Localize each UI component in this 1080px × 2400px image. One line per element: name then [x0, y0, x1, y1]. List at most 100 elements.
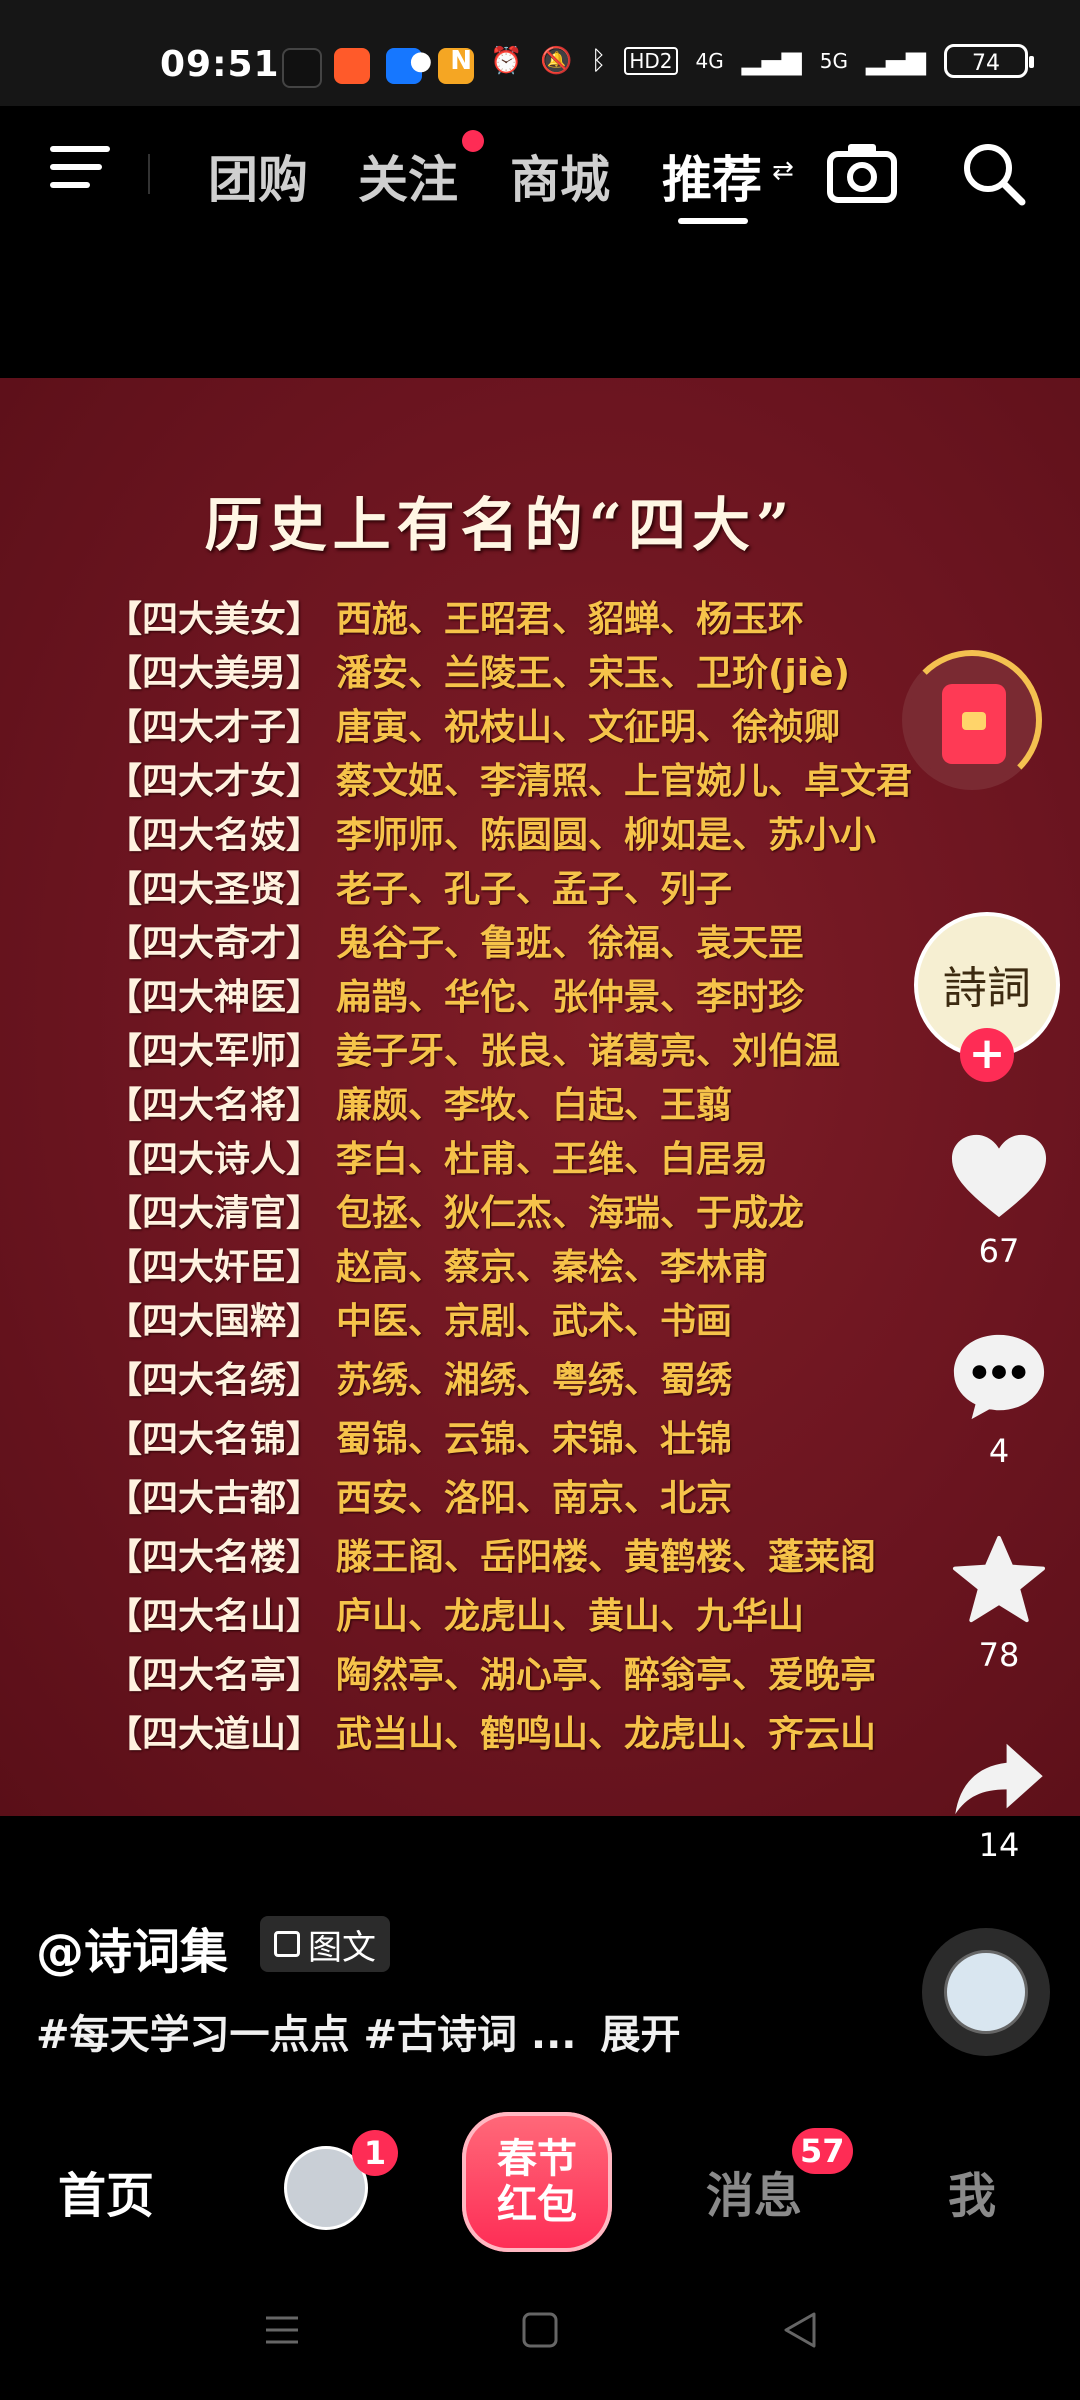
nav-messages[interactable]: 消息 — [706, 2156, 802, 2226]
item-category: 【四大诗人】 — [106, 1139, 323, 1180]
back-triangle-icon[interactable] — [780, 2310, 820, 2350]
item-members: 西安、洛阳、南京、北京 — [336, 1478, 733, 1519]
cny-line1: 春节 — [497, 2136, 577, 2182]
list-item: 【四大古都】 西安、洛阳、南京、北京 — [106, 1469, 732, 1521]
recent-apps-icon[interactable] — [262, 2310, 302, 2350]
item-category: 【四大美女】 — [106, 599, 323, 640]
item-members: 唐寅、祝枝山、文征明、徐祯卿 — [336, 707, 841, 748]
post-description: #每天学习一点点 #古诗词 ... 展开 — [36, 2002, 680, 2060]
comment-icon — [953, 1334, 1045, 1420]
item-category: 【四大奸臣】 — [106, 1247, 323, 1288]
item-members: 李白、杜甫、王维、白居易 — [336, 1139, 769, 1180]
list-item: 【四大名楼】 滕王阁、岳阳楼、黄鹤楼、蓬莱阁 — [106, 1528, 876, 1580]
item-category: 【四大才女】 — [106, 761, 323, 802]
author-avatar-text: 詩詞 — [943, 963, 1031, 1014]
comment-count: 4 — [988, 1432, 1010, 1470]
list-item: 【四大奇才】 鬼谷子、鲁班、徐福、袁天罡 — [106, 914, 804, 966]
item-category: 【四大名绣】 — [106, 1360, 323, 1401]
expand-link[interactable]: 展开 — [600, 2012, 680, 2058]
favorite-button[interactable]: 78 — [880, 1534, 1080, 1674]
cny-line2: 红包 — [497, 2182, 577, 2228]
comment-button[interactable]: 4 — [880, 1330, 1080, 1470]
list-item: 【四大国粹】 中医、京剧、武术、书画 — [106, 1292, 732, 1344]
list-item: 【四大诗人】 李白、杜甫、王维、白居易 — [106, 1130, 768, 1182]
battery-icon: 74 — [944, 44, 1034, 78]
item-category: 【四大古都】 — [106, 1478, 323, 1519]
author-name[interactable]: @诗词集 — [36, 1912, 228, 1982]
item-members: 赵高、蔡京、秦桧、李林甫 — [336, 1247, 769, 1288]
like-button[interactable]: 67 — [880, 1132, 1080, 1270]
tab-mall[interactable]: 商城 — [510, 140, 610, 212]
camera-icon[interactable] — [826, 138, 898, 206]
item-members: 扁鹊、华佗、张仲景、李时珍 — [336, 977, 805, 1018]
list-item: 【四大道山】 武当山、鹤鸣山、龙虎山、齐云山 — [106, 1705, 876, 1757]
image-text-badge: 图文 — [260, 1916, 390, 1972]
nav-me[interactable]: 我 — [948, 2156, 996, 2226]
red-envelope-icon — [942, 684, 1006, 764]
item-category: 【四大国粹】 — [106, 1301, 323, 1342]
list-item: 【四大清官】 包拯、狄仁杰、海瑞、于成龙 — [106, 1184, 804, 1236]
item-category: 【四大名锦】 — [106, 1419, 323, 1460]
signal-bars-icon: ▂▄▆ — [741, 46, 802, 76]
orange-app-icon — [334, 48, 370, 84]
home-square-icon[interactable] — [520, 2310, 560, 2350]
system-nav-bar — [0, 2280, 1080, 2400]
signal-4g-label: 4G — [695, 49, 724, 73]
list-item: 【四大才女】 蔡文姬、李清照、上官婉儿、卓文君 — [106, 752, 912, 804]
music-cover-avatar — [944, 1950, 1028, 2034]
tab-recommend[interactable]: 推荐 — [662, 140, 762, 212]
item-category: 【四大名亭】 — [106, 1655, 323, 1696]
share-button[interactable]: 14 — [880, 1740, 1080, 1864]
list-item: 【四大名亭】 陶然亭、湖心亭、醉翁亭、爱晚亭 — [106, 1646, 876, 1698]
list-item: 【四大名将】 廉颇、李牧、白起、王翦 — [106, 1076, 732, 1128]
dot-icon: ● — [409, 46, 433, 76]
item-members: 蜀锦、云锦、宋锦、壮锦 — [336, 1419, 733, 1460]
nfc-icon: N — [450, 46, 472, 76]
item-category: 【四大名山】 — [106, 1596, 323, 1637]
messages-badge: 57 — [792, 2128, 853, 2174]
item-members: 西施、王昭君、貂蝉、杨玉环 — [336, 599, 805, 640]
list-item: 【四大才子】 唐寅、祝枝山、文征明、徐祯卿 — [106, 698, 840, 750]
item-members: 廉颇、李牧、白起、王翦 — [336, 1085, 733, 1126]
tab-group-buy[interactable]: 团购 — [208, 140, 308, 212]
list-item: 【四大美女】 西施、王昭君、貂蝉、杨玉环 — [106, 590, 804, 642]
nav-home[interactable]: 首页 — [58, 2156, 154, 2226]
follow-plus-button[interactable]: + — [960, 1028, 1014, 1082]
item-members: 包拯、狄仁杰、海瑞、于成龙 — [336, 1193, 805, 1234]
spring-festival-red-packet-button[interactable]: 春节 红包 — [462, 2112, 612, 2252]
list-item: 【四大美男】 潘安、兰陵王、宋玉、卫玠(jiè) — [106, 644, 850, 696]
list-item: 【四大圣贤】 老子、孔子、孟子、列子 — [106, 860, 732, 912]
red-packet-button[interactable] — [902, 650, 1042, 790]
nav-divider — [148, 154, 150, 194]
bluetooth-icon: ᛒ — [590, 46, 607, 76]
tiktok-app-icon — [282, 48, 322, 88]
item-category: 【四大圣贤】 — [106, 869, 323, 910]
item-members: 老子、孔子、孟子、列子 — [336, 869, 733, 910]
top-nav: 团购 关注 商城 推荐 ⇄ — [0, 106, 1080, 236]
active-tab-indicator — [678, 218, 748, 224]
item-members: 鬼谷子、鲁班、徐福、袁天罡 — [336, 923, 805, 964]
heart-icon — [951, 1134, 1047, 1218]
like-count: 67 — [978, 1232, 1020, 1270]
bottom-nav: 首页 1 春节 红包 消息 57 我 — [0, 2090, 1080, 2280]
search-icon[interactable] — [960, 140, 1026, 206]
following-notification-dot — [462, 130, 484, 152]
item-members: 庐山、龙虎山、黄山、九华山 — [336, 1596, 805, 1637]
item-category: 【四大清官】 — [106, 1193, 323, 1234]
item-members: 潘安、兰陵王、宋玉、卫玠(jiè) — [336, 653, 851, 694]
music-disc[interactable] — [922, 1928, 1050, 2056]
list-item: 【四大神医】 扁鹊、华佗、张仲景、李时珍 — [106, 968, 804, 1020]
menu-icon[interactable] — [50, 146, 110, 196]
image-text-icon — [274, 1931, 300, 1957]
item-members: 李师师、陈圆圆、柳如是、苏小小 — [336, 815, 877, 856]
swap-arrows-icon[interactable]: ⇄ — [772, 156, 794, 186]
hashtags[interactable]: #每天学习一点点 #古诗词 ... — [36, 2012, 576, 2058]
post-title: 历史上有名的“四大” — [204, 491, 796, 559]
share-arrow-icon — [955, 1743, 1043, 1815]
favorite-count: 78 — [978, 1636, 1020, 1674]
share-count: 14 — [978, 1826, 1020, 1864]
tab-following[interactable]: 关注 — [358, 140, 458, 212]
status-icons: ● N ⏰ 🔕 ᛒ HD2 4G ▂▄▆ 5G ▂▄▆ 74 — [409, 44, 1034, 78]
item-category: 【四大名妓】 — [106, 815, 323, 856]
item-members: 武当山、鹤鸣山、龙虎山、齐云山 — [336, 1714, 877, 1755]
